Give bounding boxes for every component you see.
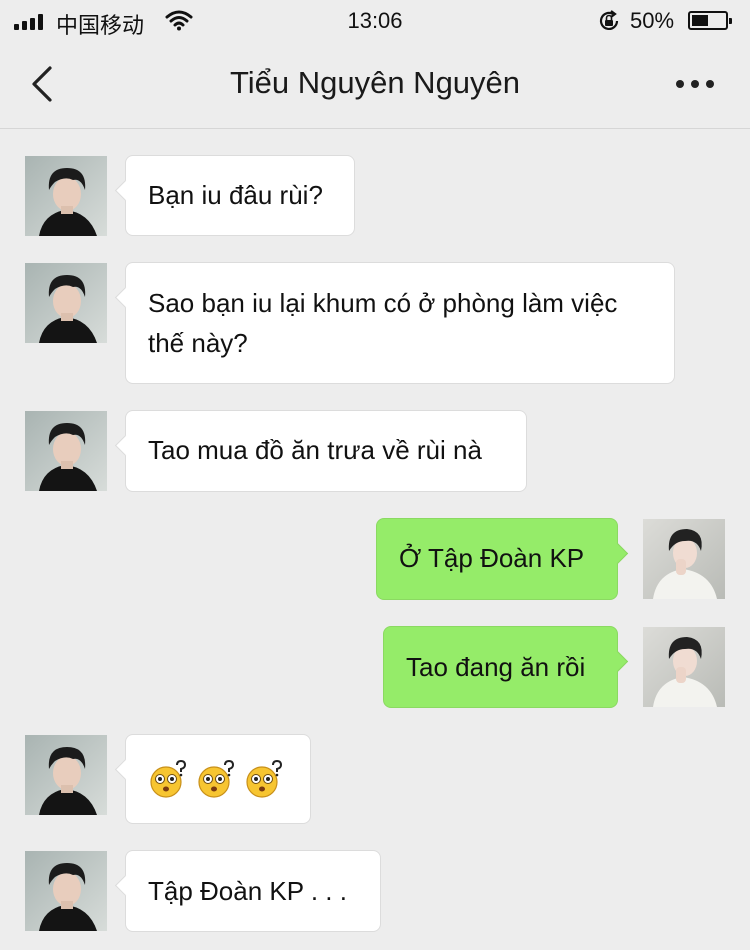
self-avatar[interactable] [643,519,725,599]
confused-face-icon [150,759,187,798]
message-text-line-2: thế này? [148,328,248,358]
rotation-lock-icon [599,10,619,30]
message-text-line-1: Sao bạn iu lại khum có ở phòng làm việc [148,288,618,318]
message-text: Bạn iu đâu rùi? [148,180,323,210]
message-bubble-incoming[interactable] [114,734,311,824]
message-text: Tao đang ăn rồi [406,652,586,682]
contact-avatar[interactable] [25,156,107,236]
message-bubble-incoming[interactable]: Tập Đoàn KP . . . [114,850,381,932]
self-avatar[interactable] [643,627,725,707]
message-bubble-incoming[interactable]: Bạn iu đâu rùi? [114,155,355,236]
battery-icon [688,11,732,30]
contact-avatar[interactable] [25,735,107,815]
message-text: Ở Tập Đoàn KP [399,543,585,573]
more-dots-icon[interactable] [670,76,720,92]
message-bubble-outgoing[interactable]: Tao đang ăn rồi [383,626,629,708]
nav-bar: Tiểu Nguyên Nguyên [0,40,750,129]
contact-avatar[interactable] [25,411,107,491]
contact-avatar[interactable] [25,851,107,931]
chat-title: Tiểu Nguyên Nguyên [229,65,521,100]
message-text: Tao mua đồ ăn trưa về rùi nà [148,435,482,465]
confused-face-icon [198,759,235,798]
battery-fill [692,15,708,26]
contact-avatar[interactable] [25,263,107,343]
confused-face-icon [246,759,283,798]
message-bubble-incoming[interactable]: Tao mua đồ ăn trưa về rùi nà [114,410,527,492]
message-bubble-incoming[interactable]: Sao bạn iu lại khum có ở phòng làm việc … [114,262,675,384]
battery-percent: 50% [630,8,675,33]
message-bubble-outgoing[interactable]: Ở Tập Đoàn KP [376,518,629,600]
status-bar: 中国移动 13:06 50% [0,0,750,40]
message-text: Tập Đoàn KP . . . [148,876,347,906]
emoji-row [146,735,290,823]
